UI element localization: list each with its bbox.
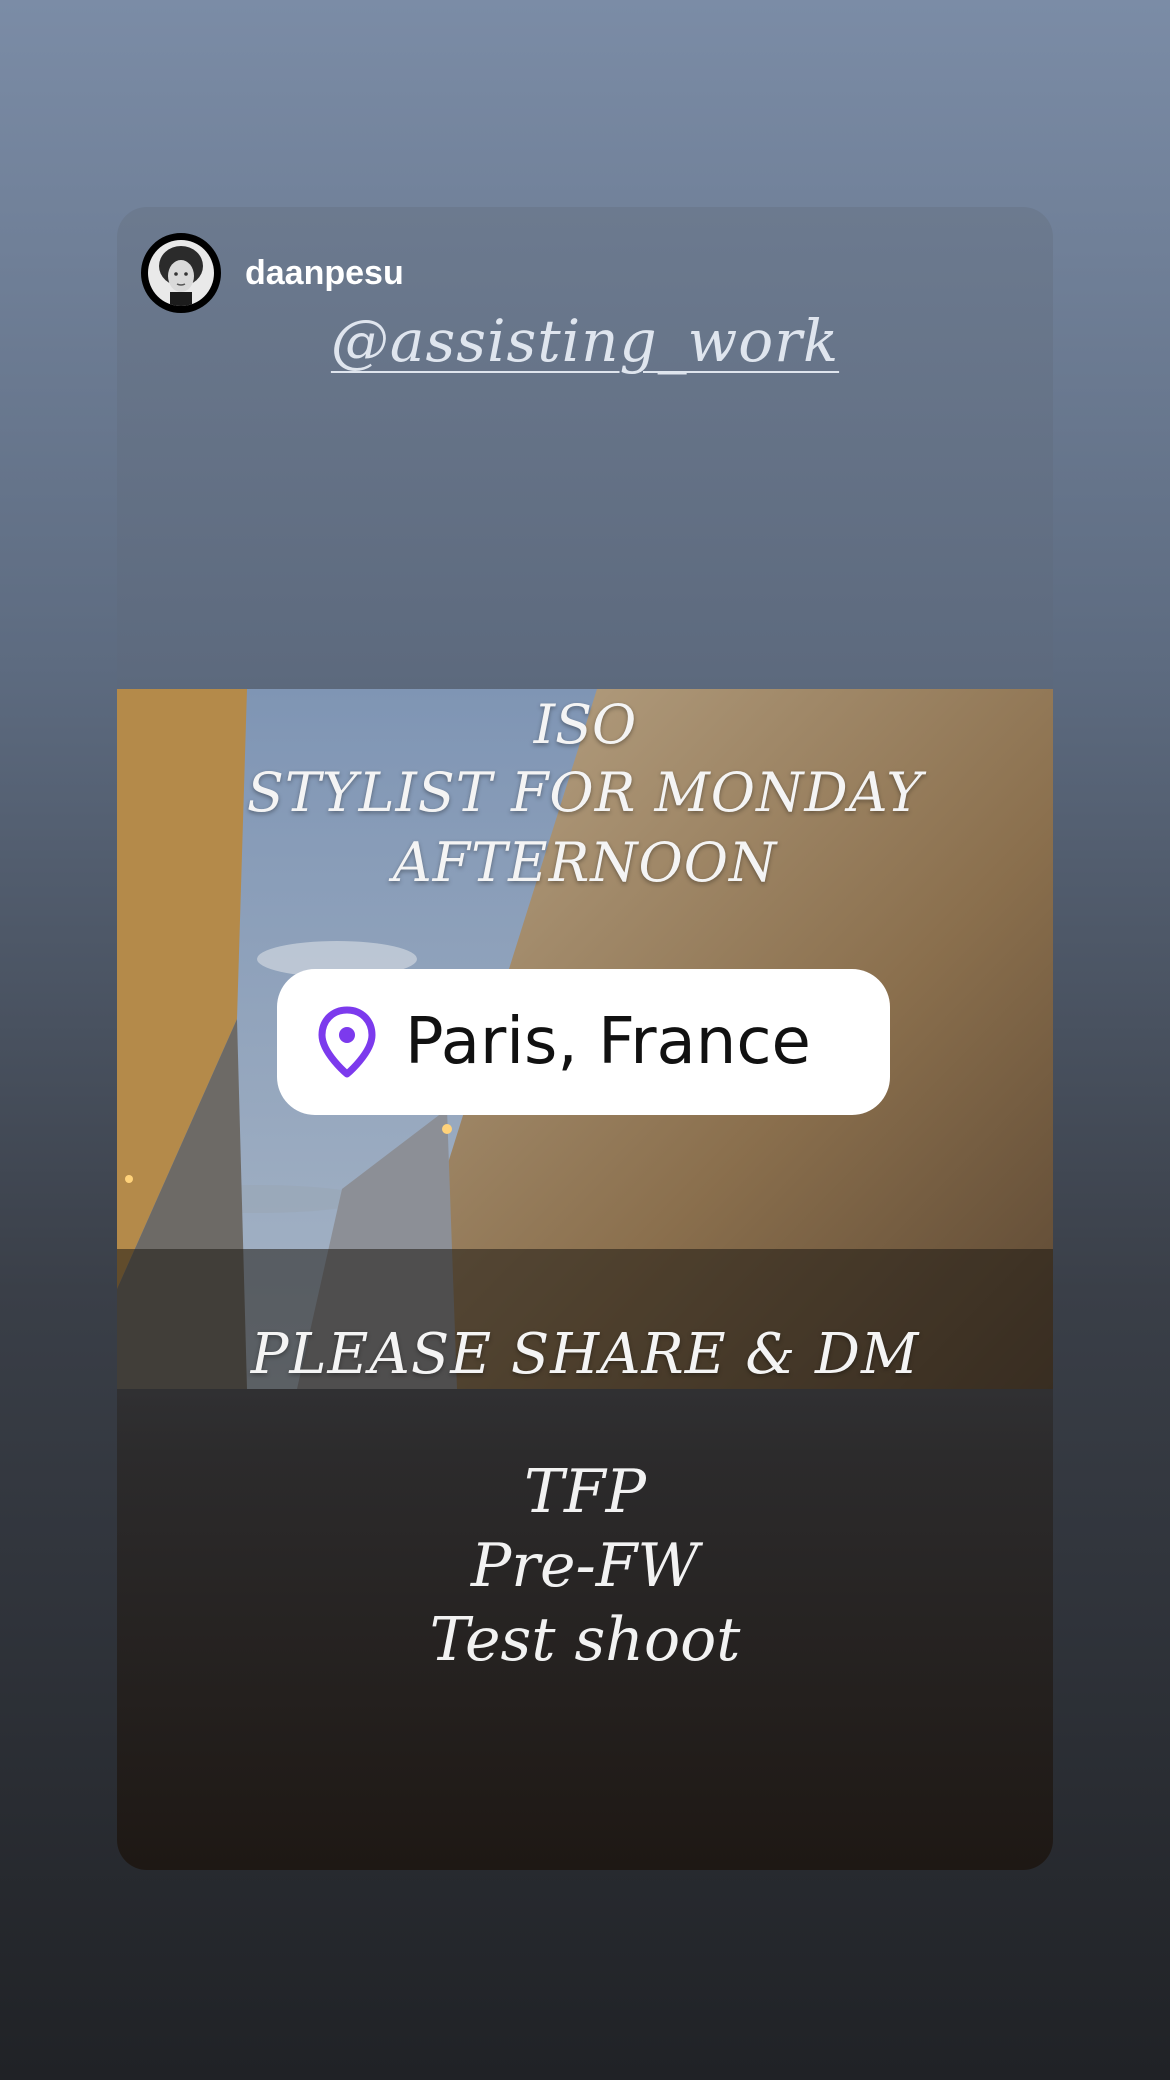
story-header: daanpesu <box>141 233 404 313</box>
photo-text-stylist: STYLIST FOR MONDAY <box>246 761 924 824</box>
caption-line: Test shoot <box>429 1605 741 1675</box>
story-photo: ISO STYLIST FOR MONDAY AFTERNOON Paris, … <box>117 689 1053 1389</box>
photo-text-share: PLEASE SHARE & DM <box>250 1322 920 1387</box>
mention-link[interactable]: @assisting_work <box>117 307 1053 375</box>
photo-text-afternoon: AFTERNOON <box>392 831 778 894</box>
caption-line: TFP <box>523 1457 647 1527</box>
avatar[interactable] <box>141 233 221 313</box>
story-card: daanpesu @assisting_work ISO STYLIST FOR… <box>117 207 1053 1870</box>
location-sticker[interactable]: Paris, France <box>277 969 890 1115</box>
avatar-image <box>148 240 214 306</box>
photo-text-iso: ISO <box>533 693 637 756</box>
location-pin-icon <box>318 1006 376 1078</box>
caption-line: Pre-FW <box>470 1531 700 1601</box>
location-label: Paris, France <box>405 1005 811 1079</box>
bottom-caption: TFP Pre-FW Test shoot <box>117 1455 1053 1677</box>
username[interactable]: daanpesu <box>245 254 404 293</box>
